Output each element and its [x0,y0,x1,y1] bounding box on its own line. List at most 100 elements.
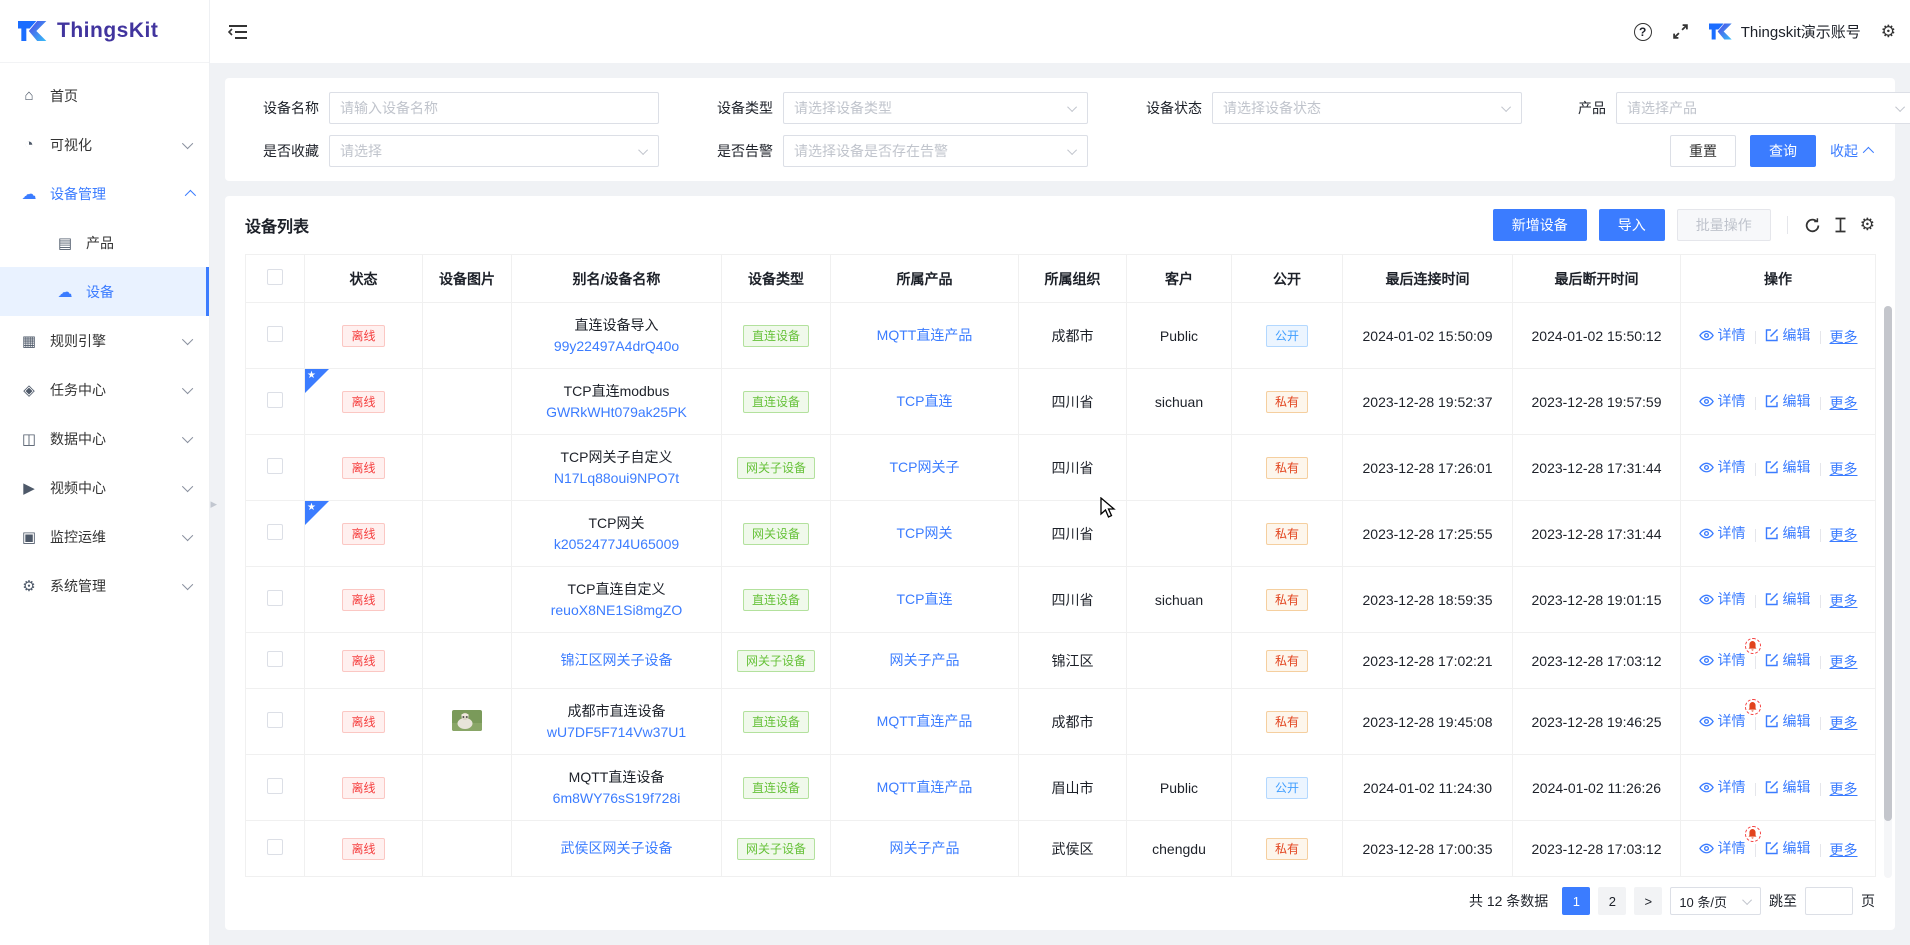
more-link[interactable]: 更多 [1830,525,1858,545]
visualization-icon: ◔ [24,136,34,153]
device-name-input[interactable] [340,100,648,116]
detail-link[interactable]: 详情 [1698,638,1761,670]
sidebar-expand-handle[interactable]: ▸ [210,496,217,512]
edit-link[interactable]: 编辑 [1765,838,1811,858]
device-name-link[interactable]: k2052477J4U65009 [518,534,715,555]
column-settings-icon[interactable]: ⚙ [1860,215,1875,235]
product-link[interactable]: MQTT直连产品 [877,713,973,729]
table-row: 离线 直连设备导入 99y22497A4drQ40o 直连设备 MQTT直连产品 成都市 P… [245,302,1876,369]
detail-link[interactable]: 详情 [1698,391,1746,411]
edit-link[interactable]: 编辑 [1765,523,1811,543]
detail-link[interactable]: 详情 [1698,325,1746,345]
product-link[interactable]: 网关子产品 [890,840,960,856]
menu-fold-icon[interactable] [228,23,248,41]
sidebar-item-task-center[interactable]: ◈ 任务中心 [0,365,209,414]
device-name-link[interactable]: 99y22497A4drQ40o [518,336,715,357]
edit-link[interactable]: 编辑 [1765,325,1811,345]
edit-link[interactable]: 编辑 [1765,391,1811,411]
detail-link[interactable]: 详情 [1698,699,1761,731]
device-name-link[interactable]: N17Lq88oui9NPO7t [518,468,715,489]
more-link[interactable]: 更多 [1830,591,1858,611]
device-type-select[interactable]: 请选择设备类型 [783,92,1088,124]
sidebar-item-device-management[interactable]: ☁ 设备管理 [0,169,209,218]
favorite-select[interactable]: 请选择 [329,135,659,167]
edit-link[interactable]: 编辑 [1765,711,1811,731]
sidebar-item-product[interactable]: ▤ 产品 [0,218,209,267]
select-all-checkbox[interactable] [267,269,283,285]
device-image[interactable] [452,709,482,731]
device-name-link[interactable]: wU7DF5F714Vw37U1 [518,722,715,743]
row-checkbox[interactable] [267,326,283,342]
device-name-link[interactable]: GWRkWHt079ak25PK [518,402,715,423]
alarm-select[interactable]: 请选择设备是否存在告警 [783,135,1088,167]
device-name-link[interactable]: reuoX8NE1Si8mgZO [518,600,715,621]
reset-button[interactable]: 重置 [1670,135,1736,167]
row-checkbox[interactable] [267,458,283,474]
row-height-icon[interactable] [1833,217,1848,233]
detail-link[interactable]: 详情 [1698,457,1746,477]
edit-link[interactable]: 编辑 [1765,777,1811,797]
more-link[interactable]: 更多 [1830,393,1858,413]
visibility-badge: 私有 [1265,837,1308,860]
help-icon[interactable]: ? [1633,22,1652,41]
row-checkbox[interactable] [267,839,283,855]
brand-logo[interactable]: ThingsKit [0,0,209,63]
product-link[interactable]: TCP网关 [897,525,953,541]
sidebar-item-video-center[interactable]: ▶ 视频中心 [0,463,209,512]
sidebar-item-home[interactable]: ⌂ 首页 [0,71,209,120]
more-link[interactable]: 更多 [1830,840,1858,860]
sidebar-item-visualization[interactable]: ◔ 可视化 [0,120,209,169]
product-link[interactable]: 网关子产品 [890,652,960,668]
edit-link[interactable]: 编辑 [1765,589,1811,609]
batch-actions-button[interactable]: 批量操作 [1676,209,1771,241]
detail-link[interactable]: 详情 [1698,826,1761,858]
account-menu[interactable]: Thingskit演示账号 [1708,21,1861,42]
row-checkbox[interactable] [267,778,283,794]
edit-link[interactable]: 编辑 [1765,650,1811,670]
product-link[interactable]: TCP直连 [897,393,953,409]
product-link[interactable]: MQTT直连产品 [877,779,973,795]
more-link[interactable]: 更多 [1830,713,1858,733]
product-link[interactable]: TCP网关子 [890,459,960,475]
product-link[interactable]: TCP直连 [897,591,953,607]
sidebar-item-data-center[interactable]: ◫ 数据中心 [0,414,209,463]
page-1-button[interactable]: 1 [1562,887,1591,915]
edit-link[interactable]: 编辑 [1765,457,1811,477]
next-page-button[interactable]: > [1634,887,1663,915]
sidebar-item-rule-engine[interactable]: ▦ 规则引擎 [0,316,209,365]
scrollbar-thumb[interactable] [1884,306,1892,821]
row-checkbox[interactable] [267,392,283,408]
device-name-link[interactable]: 武侯区网关子设备 [518,838,715,859]
row-checkbox[interactable] [267,651,283,667]
import-button[interactable]: 导入 [1598,209,1665,241]
device-name-link[interactable]: 6m8WY76sS19f728i [518,788,715,809]
collapse-filters-link[interactable]: 收起 [1830,141,1875,161]
more-link[interactable]: 更多 [1830,779,1858,799]
refresh-icon[interactable] [1804,217,1821,234]
sidebar-item-device[interactable]: ☁ 设备 [0,267,209,316]
detail-link[interactable]: 详情 [1698,589,1746,609]
row-checkbox[interactable] [267,590,283,606]
chevron-up-icon [184,189,197,201]
page-size-select[interactable]: 10 条/页 [1670,887,1761,915]
query-button[interactable]: 查询 [1750,135,1816,167]
settings-gear-icon[interactable]: ⚙ [1881,22,1896,42]
more-link[interactable]: 更多 [1830,327,1858,347]
more-link[interactable]: 更多 [1830,459,1858,479]
page-2-button[interactable]: 2 [1598,887,1627,915]
sidebar-item-monitoring[interactable]: ▣ 监控运维 [0,512,209,561]
row-checkbox[interactable] [267,712,283,728]
device-status-select[interactable]: 请选择设备状态 [1212,92,1522,124]
more-link[interactable]: 更多 [1830,652,1858,672]
detail-link[interactable]: 详情 [1698,523,1746,543]
row-checkbox[interactable] [267,524,283,540]
table-scrollbar[interactable] [1884,306,1892,878]
add-device-button[interactable]: 新增设备 [1492,209,1587,241]
device-name-link[interactable]: 锦江区网关子设备 [518,650,715,671]
detail-link[interactable]: 详情 [1698,777,1746,797]
product-link[interactable]: MQTT直连产品 [877,327,973,343]
fullscreen-icon[interactable] [1672,23,1689,40]
sidebar-item-system-management[interactable]: ⚙ 系统管理 [0,561,209,610]
product-select[interactable]: 请选择产品 [1616,92,1910,124]
jump-page-input[interactable] [1805,887,1853,915]
